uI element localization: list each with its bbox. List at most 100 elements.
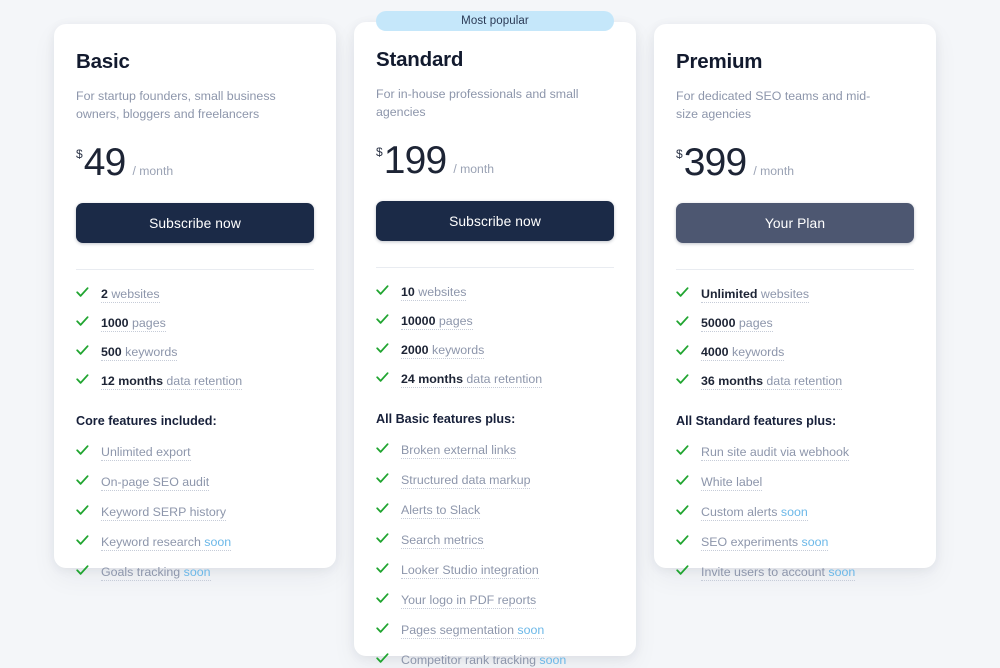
divider bbox=[676, 269, 914, 270]
quota-value: 1000 bbox=[101, 316, 129, 330]
quota-row: 4000 keywords bbox=[676, 345, 914, 361]
quota-value: 2 bbox=[101, 287, 108, 301]
check-icon bbox=[376, 533, 391, 544]
feature-row: Search metrics bbox=[376, 533, 614, 549]
feature-text: Pages segmentation soon bbox=[401, 623, 545, 639]
quota-value: 36 months bbox=[701, 374, 763, 388]
feature-text: Custom alerts soon bbox=[701, 505, 808, 521]
feature-row: Pages segmentation soon bbox=[376, 623, 614, 639]
quota-value: 12 months bbox=[101, 374, 163, 388]
check-icon bbox=[76, 287, 91, 298]
quota-text: Unlimited websites bbox=[701, 287, 810, 303]
soon-badge: soon bbox=[777, 505, 808, 519]
divider bbox=[76, 269, 314, 270]
your-plan-button-premium[interactable]: Your Plan bbox=[676, 203, 914, 243]
quota-text: 50000 pages bbox=[701, 316, 773, 332]
check-icon bbox=[376, 443, 391, 454]
plan-price: $ 199 / month bbox=[376, 141, 614, 180]
quota-text: 36 months data retention bbox=[701, 374, 843, 390]
soon-badge: soon bbox=[824, 565, 856, 579]
feature-row: Competitor rank tracking soon bbox=[376, 653, 614, 668]
check-icon bbox=[676, 345, 691, 356]
soon-badge: soon bbox=[798, 535, 829, 549]
feature-text: White label bbox=[701, 475, 763, 491]
feature-row: Looker Studio integration bbox=[376, 563, 614, 579]
check-icon bbox=[76, 445, 91, 456]
quota-row: 10 websites bbox=[376, 285, 614, 301]
price-amount: 199 bbox=[383, 139, 447, 182]
feature-text: Keyword research soon bbox=[101, 535, 232, 551]
feature-row: Keyword research soon bbox=[76, 535, 314, 551]
soon-badge: soon bbox=[535, 653, 567, 667]
check-icon bbox=[76, 535, 91, 546]
billing-period: / month bbox=[753, 164, 795, 178]
feature-row: On-page SEO audit bbox=[76, 475, 314, 491]
billing-period: / month bbox=[453, 162, 495, 176]
feature-text: On-page SEO audit bbox=[101, 475, 210, 491]
subscribe-button-standard[interactable]: Subscribe now bbox=[376, 201, 614, 241]
check-icon bbox=[676, 316, 691, 327]
check-icon bbox=[676, 374, 691, 385]
quota-text: 2000 keywords bbox=[401, 343, 485, 359]
quota-row: 2 websites bbox=[76, 287, 314, 303]
check-icon bbox=[376, 314, 391, 325]
plan-description: For dedicated SEO teams and mid-size age… bbox=[676, 89, 871, 121]
plan-card-basic: Basic For startup founders, small busine… bbox=[54, 24, 336, 581]
feature-text: Your logo in PDF reports bbox=[401, 593, 537, 609]
feature-row: Your logo in PDF reports bbox=[376, 593, 614, 609]
check-icon bbox=[676, 505, 691, 516]
plan-card-premium: Premium For dedicated SEO teams and mid-… bbox=[654, 24, 936, 581]
feature-text: Broken external links bbox=[401, 443, 517, 459]
quota-row: 36 months data retention bbox=[676, 374, 914, 390]
quota-value: 24 months bbox=[401, 372, 463, 386]
quota-value: Unlimited bbox=[701, 287, 758, 301]
features-section-title: All Standard features plus: bbox=[676, 414, 837, 428]
quota-value: 2000 bbox=[401, 343, 429, 357]
feature-row: Broken external links bbox=[376, 443, 614, 459]
currency-symbol: $ bbox=[676, 147, 683, 161]
feature-row: Run site audit via webhook bbox=[676, 445, 914, 461]
quota-row: 500 keywords bbox=[76, 345, 314, 361]
quota-text: 24 months data retention bbox=[401, 372, 543, 388]
quota-text: 4000 keywords bbox=[701, 345, 785, 361]
divider bbox=[376, 267, 614, 268]
check-icon bbox=[76, 345, 91, 356]
feature-row: Invite users to account soon bbox=[676, 565, 914, 581]
feature-list: Unlimited export On-page SEO audit Keyword… bbox=[76, 445, 314, 581]
quota-text: 10 websites bbox=[401, 285, 467, 301]
feature-text: Invite users to account soon bbox=[701, 565, 856, 581]
feature-row: Keyword SERP history bbox=[76, 505, 314, 521]
quota-text: 10000 pages bbox=[401, 314, 473, 330]
quota-text: 12 months data retention bbox=[101, 374, 243, 390]
quota-row: 2000 keywords bbox=[376, 343, 614, 359]
quota-row: 50000 pages bbox=[676, 316, 914, 332]
check-icon bbox=[76, 505, 91, 516]
feature-text: SEO experiments soon bbox=[701, 535, 829, 551]
most-popular-badge: Most popular bbox=[376, 11, 614, 31]
feature-text: Goals tracking soon bbox=[101, 565, 211, 581]
check-icon bbox=[76, 565, 91, 576]
check-icon bbox=[76, 374, 91, 385]
feature-list: Broken external links Structured data mar… bbox=[376, 443, 614, 668]
features-section-title: All Basic features plus: bbox=[376, 412, 516, 426]
soon-badge: soon bbox=[513, 623, 545, 637]
feature-text: Unlimited export bbox=[101, 445, 191, 461]
plan-card-standard: Standard For in-house professionals and … bbox=[354, 22, 636, 667]
quota-row: Unlimited websites bbox=[676, 287, 914, 303]
check-icon bbox=[76, 316, 91, 327]
subscribe-button-basic[interactable]: Subscribe now bbox=[76, 203, 314, 243]
check-icon bbox=[76, 475, 91, 486]
plan-price: $ 49 / month bbox=[76, 143, 314, 182]
feature-text: Alerts to Slack bbox=[401, 503, 481, 519]
plan-description: For in-house professionals and small age… bbox=[376, 87, 579, 119]
plan-name: Basic bbox=[76, 50, 130, 73]
check-icon bbox=[376, 623, 391, 634]
feature-row: SEO experiments soon bbox=[676, 535, 914, 551]
feature-text: Structured data markup bbox=[401, 473, 531, 489]
quota-list: 10 websites 10000 pages 2000 keywords 24 mo… bbox=[376, 285, 614, 388]
feature-row: Goals tracking soon bbox=[76, 565, 314, 581]
check-icon bbox=[676, 445, 691, 456]
feature-row: Unlimited export bbox=[76, 445, 314, 461]
feature-row: White label bbox=[676, 475, 914, 491]
feature-list: Run site audit via webhook White label Cus… bbox=[676, 445, 914, 581]
